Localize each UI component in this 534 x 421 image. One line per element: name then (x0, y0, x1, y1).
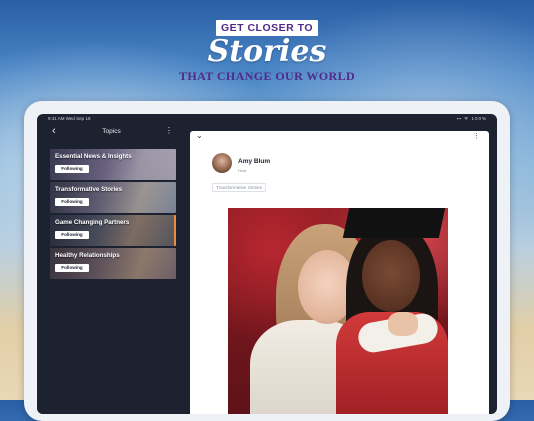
topics-title: Topics (102, 128, 121, 135)
following-button[interactable]: Following (55, 165, 89, 173)
topic-name: Essential News & Insights (55, 153, 132, 160)
promo-line-3: THAT CHANGE OUR WORLD (178, 69, 356, 83)
vertical-ellipsis-icon[interactable]: ⋮ (165, 126, 173, 135)
topic-card-healthy-relationships[interactable]: Healthy Relationships Following (50, 248, 176, 279)
topic-tag[interactable]: Transformative Stories (212, 183, 267, 192)
topics-list: Essential News & Insights Following Tran… (50, 149, 176, 281)
topic-name: Game Changing Partners (55, 219, 130, 226)
post-photo[interactable] (228, 208, 448, 414)
avatar[interactable] (212, 153, 232, 173)
topic-card-game-changing-partners[interactable]: Game Changing Partners Following (50, 215, 176, 246)
topic-name: Healthy Relationships (55, 252, 120, 259)
author-name[interactable]: Amy Blum (238, 158, 270, 165)
following-button[interactable]: Following (55, 264, 89, 272)
promo-line-2: Stories (207, 34, 327, 69)
promo-headline: GET CLOSER TO Stories THAT CHANGE OUR WO… (0, 18, 534, 84)
chevron-down-icon[interactable]: ⌄ (196, 131, 203, 140)
topic-card-essential-news[interactable]: Essential News & Insights Following (50, 149, 176, 180)
author-role: Host (238, 168, 247, 173)
status-indicators: ▪▪ ᯤ 100% (456, 116, 487, 121)
topic-name: Transformative Stories (55, 186, 123, 193)
graduation-cap (342, 208, 446, 238)
status-time: 9:41 AM Wed Sep 18 (48, 116, 91, 121)
following-button[interactable]: Following (55, 231, 89, 239)
topic-card-transformative-stories[interactable]: Transformative Stories Following (50, 182, 176, 213)
tablet-screen: 9:41 AM Wed Sep 18 ▪▪ ᯤ 100% ‹ Topics ⋮ … (37, 114, 497, 414)
status-bar: 9:41 AM Wed Sep 18 ▪▪ ᯤ 100% (37, 114, 497, 124)
vertical-ellipsis-icon[interactable]: ⋮ (473, 132, 480, 140)
tablet-frame: 9:41 AM Wed Sep 18 ▪▪ ᯤ 100% ‹ Topics ⋮ … (24, 101, 510, 421)
topics-topbar: ‹ Topics ⋮ (37, 124, 186, 140)
post-panel: ⌄ ⋮ Amy Blum Host Transformative Stories (190, 131, 489, 414)
following-button[interactable]: Following (55, 198, 89, 206)
topics-panel: ‹ Topics ⋮ Essential News & Insights Fol… (37, 124, 186, 414)
